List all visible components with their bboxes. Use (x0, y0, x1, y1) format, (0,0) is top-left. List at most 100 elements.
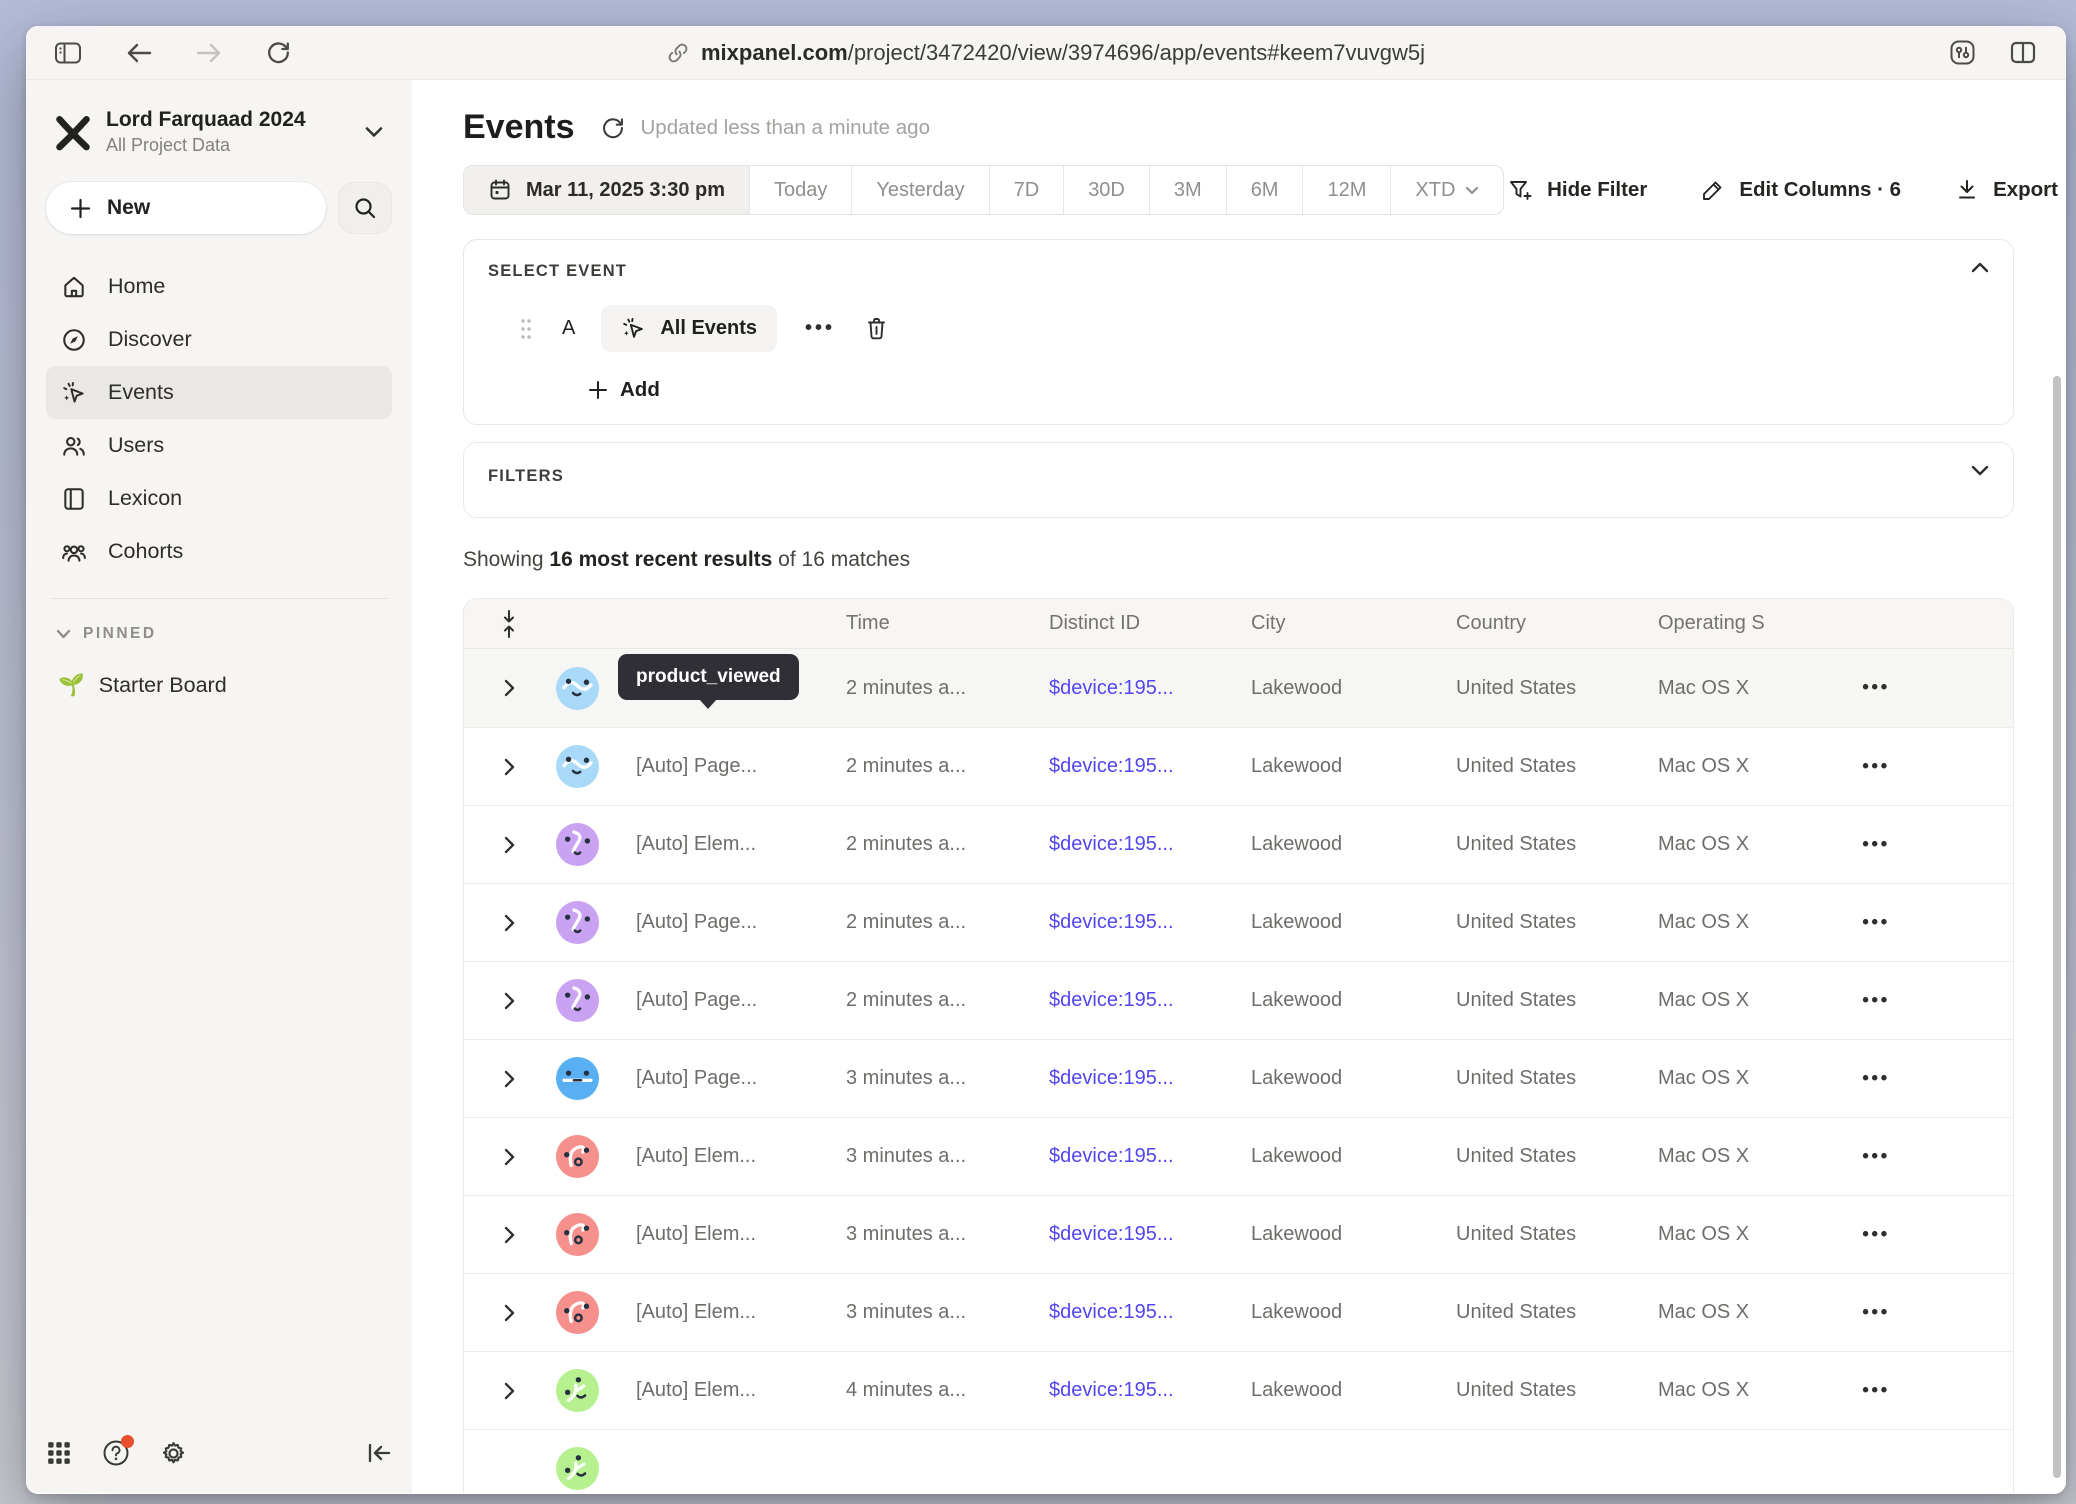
workspace-switcher[interactable]: Lord Farquaad 2024 All Project Data (46, 108, 392, 156)
event-name-cell[interactable]: [Auto] Elem... (614, 1145, 831, 1168)
table-row[interactable]: [Auto] Elem... 3 minutes a... $device:19… (464, 1273, 2013, 1351)
range-12m[interactable]: 12M (1302, 166, 1390, 214)
row-menu-icon[interactable]: ••• (1791, 677, 1961, 699)
sidebar-item-lexicon[interactable]: Lexicon (46, 472, 392, 525)
sidebar-item-events[interactable]: Events (46, 366, 392, 419)
expand-row-icon[interactable] (464, 758, 554, 776)
vertical-scrollbar[interactable] (2053, 376, 2061, 1478)
range-yesterday[interactable]: Yesterday (851, 166, 988, 214)
column-header-city[interactable]: City (1236, 612, 1441, 635)
row-menu-icon[interactable]: ••• (1791, 1380, 1961, 1402)
distinct-id-link[interactable]: $device:195... (1034, 1379, 1236, 1402)
range-30d[interactable]: 30D (1063, 166, 1149, 214)
event-name-cell[interactable]: [Auto] Elem... (614, 833, 831, 856)
sidebar-item-starter-board[interactable]: 🌱 Starter Board (46, 673, 392, 698)
distinct-id-link[interactable]: $device:195... (1034, 911, 1236, 934)
distinct-id-link[interactable]: $device:195... (1034, 989, 1236, 1012)
drag-handle-icon[interactable] (520, 317, 532, 341)
split-view-icon[interactable] (2010, 41, 2036, 64)
row-menu-icon[interactable]: ••• (1791, 1146, 1961, 1168)
expand-row-icon[interactable] (464, 1304, 554, 1322)
settings-gear-icon[interactable] (160, 1440, 187, 1467)
expand-row-icon[interactable] (464, 836, 554, 854)
sidebar-item-discover[interactable]: Discover (46, 313, 392, 366)
row-menu-icon[interactable]: ••• (1791, 912, 1961, 934)
range-3m[interactable]: 3M (1149, 166, 1226, 214)
event-name-cell[interactable]: [Auto] Page... (614, 1067, 831, 1090)
collapse-sidebar-icon[interactable] (366, 1441, 392, 1465)
table-row[interactable]: [Auto] Page... 2 minutes a... $device:19… (464, 961, 2013, 1039)
address-bar[interactable]: mixpanel.com/project/3472420/view/397469… (667, 26, 1425, 79)
row-menu-icon[interactable]: ••• (1791, 834, 1961, 856)
distinct-id-link[interactable]: $device:195... (1034, 1223, 1236, 1246)
more-options-icon[interactable]: ••• (805, 317, 835, 340)
delete-event-icon[interactable] (865, 316, 888, 341)
refresh-icon[interactable] (601, 116, 625, 140)
download-icon (1955, 178, 1979, 202)
distinct-id-link[interactable]: $device:195... (1034, 677, 1236, 700)
sidebar-item-users[interactable]: Users (46, 419, 392, 472)
table-row[interactable]: [Auto] Page... 3 minutes a... $device:19… (464, 1039, 2013, 1117)
range-7d[interactable]: 7D (989, 166, 1064, 214)
event-name-cell[interactable]: [Auto] Page... (614, 755, 831, 778)
row-menu-icon[interactable]: ••• (1791, 1068, 1961, 1090)
sidebar-item-cohorts[interactable]: Cohorts (46, 525, 392, 578)
range-6m[interactable]: 6M (1226, 166, 1303, 214)
expand-row-icon[interactable] (464, 1148, 554, 1166)
distinct-id-link[interactable]: $device:195... (1034, 1067, 1236, 1090)
browser-sidebar-toggle-icon[interactable] (54, 41, 82, 65)
search-button[interactable] (338, 182, 392, 234)
hide-filter-button[interactable]: Hide Filter (1508, 178, 1647, 202)
distinct-id-link[interactable]: $device:195... (1034, 755, 1236, 778)
page-settings-icon[interactable] (1949, 39, 1976, 66)
row-menu-icon[interactable]: ••• (1791, 1302, 1961, 1324)
table-row[interactable]: [Auto] Elem... 3 minutes a... $device:19… (464, 1117, 2013, 1195)
expand-row-icon[interactable] (464, 992, 554, 1010)
add-event-button[interactable]: Add (588, 378, 1989, 402)
table-row[interactable]: [Auto] Elem... 4 minutes a... $device:19… (464, 1351, 2013, 1429)
event-name-cell[interactable]: [Auto] Elem... (614, 1379, 831, 1402)
table-row[interactable]: [Auto] Page... 2 minutes a... $device:19… (464, 883, 2013, 961)
column-header-country[interactable]: Country (1441, 612, 1643, 635)
range-xtd[interactable]: XTD (1390, 166, 1503, 214)
event-name-cell[interactable]: [Auto] Page... (614, 989, 831, 1012)
row-menu-icon[interactable]: ••• (1791, 756, 1961, 778)
range-today[interactable]: Today (749, 166, 851, 214)
export-button[interactable]: Export (1955, 178, 2058, 202)
reload-icon[interactable] (266, 40, 291, 65)
expand-row-icon[interactable] (464, 1070, 554, 1088)
back-icon[interactable] (126, 42, 152, 64)
forward-icon[interactable] (196, 42, 222, 64)
table-row[interactable]: [Auto] Page... 2 minutes a... $device:19… (464, 727, 2013, 805)
apps-grid-icon[interactable] (46, 1440, 72, 1466)
distinct-id-link[interactable]: $device:195... (1034, 1145, 1236, 1168)
edit-columns-button[interactable]: Edit Columns · 6 (1701, 178, 1901, 202)
distinct-id-link[interactable]: $device:195... (1034, 1301, 1236, 1324)
chevron-down-icon[interactable] (1971, 465, 1989, 476)
sidebar-item-home[interactable]: Home (46, 260, 392, 313)
table-row[interactable]: ••• (464, 1429, 2013, 1493)
table-row[interactable]: [Auto] Elem... 3 minutes a... $device:19… (464, 1195, 2013, 1273)
event-selector[interactable]: All Events (601, 305, 777, 352)
table-header: Time Distinct ID City Country Operating … (464, 599, 2013, 649)
new-button[interactable]: New (46, 182, 326, 234)
expand-row-icon[interactable] (464, 679, 554, 697)
event-name-cell[interactable]: [Auto] Elem... (614, 1223, 831, 1246)
date-picker-button[interactable]: Mar 11, 2025 3:30 pm (464, 166, 749, 214)
event-name-cell[interactable]: [Auto] Elem... (614, 1301, 831, 1324)
table-row[interactable]: [Auto] Elem... 2 minutes a... $device:19… (464, 805, 2013, 883)
pinned-section-header[interactable]: PINNED (46, 625, 392, 643)
column-header-operating-system[interactable]: Operating S (1643, 612, 1791, 635)
expand-row-icon[interactable] (464, 914, 554, 932)
row-menu-icon[interactable]: ••• (1791, 990, 1961, 1012)
column-header-distinct-id[interactable]: Distinct ID (1034, 612, 1236, 635)
chevron-up-icon[interactable] (1971, 262, 1989, 273)
distinct-id-link[interactable]: $device:195... (1034, 833, 1236, 856)
expand-row-icon[interactable] (464, 1226, 554, 1244)
row-menu-icon[interactable]: ••• (1791, 1224, 1961, 1246)
column-header-time[interactable]: Time (831, 612, 1034, 635)
sort-order-icon[interactable] (464, 609, 554, 639)
event-name-cell[interactable]: [Auto] Page... (614, 911, 831, 934)
help-button[interactable] (102, 1439, 130, 1467)
expand-row-icon[interactable] (464, 1382, 554, 1400)
